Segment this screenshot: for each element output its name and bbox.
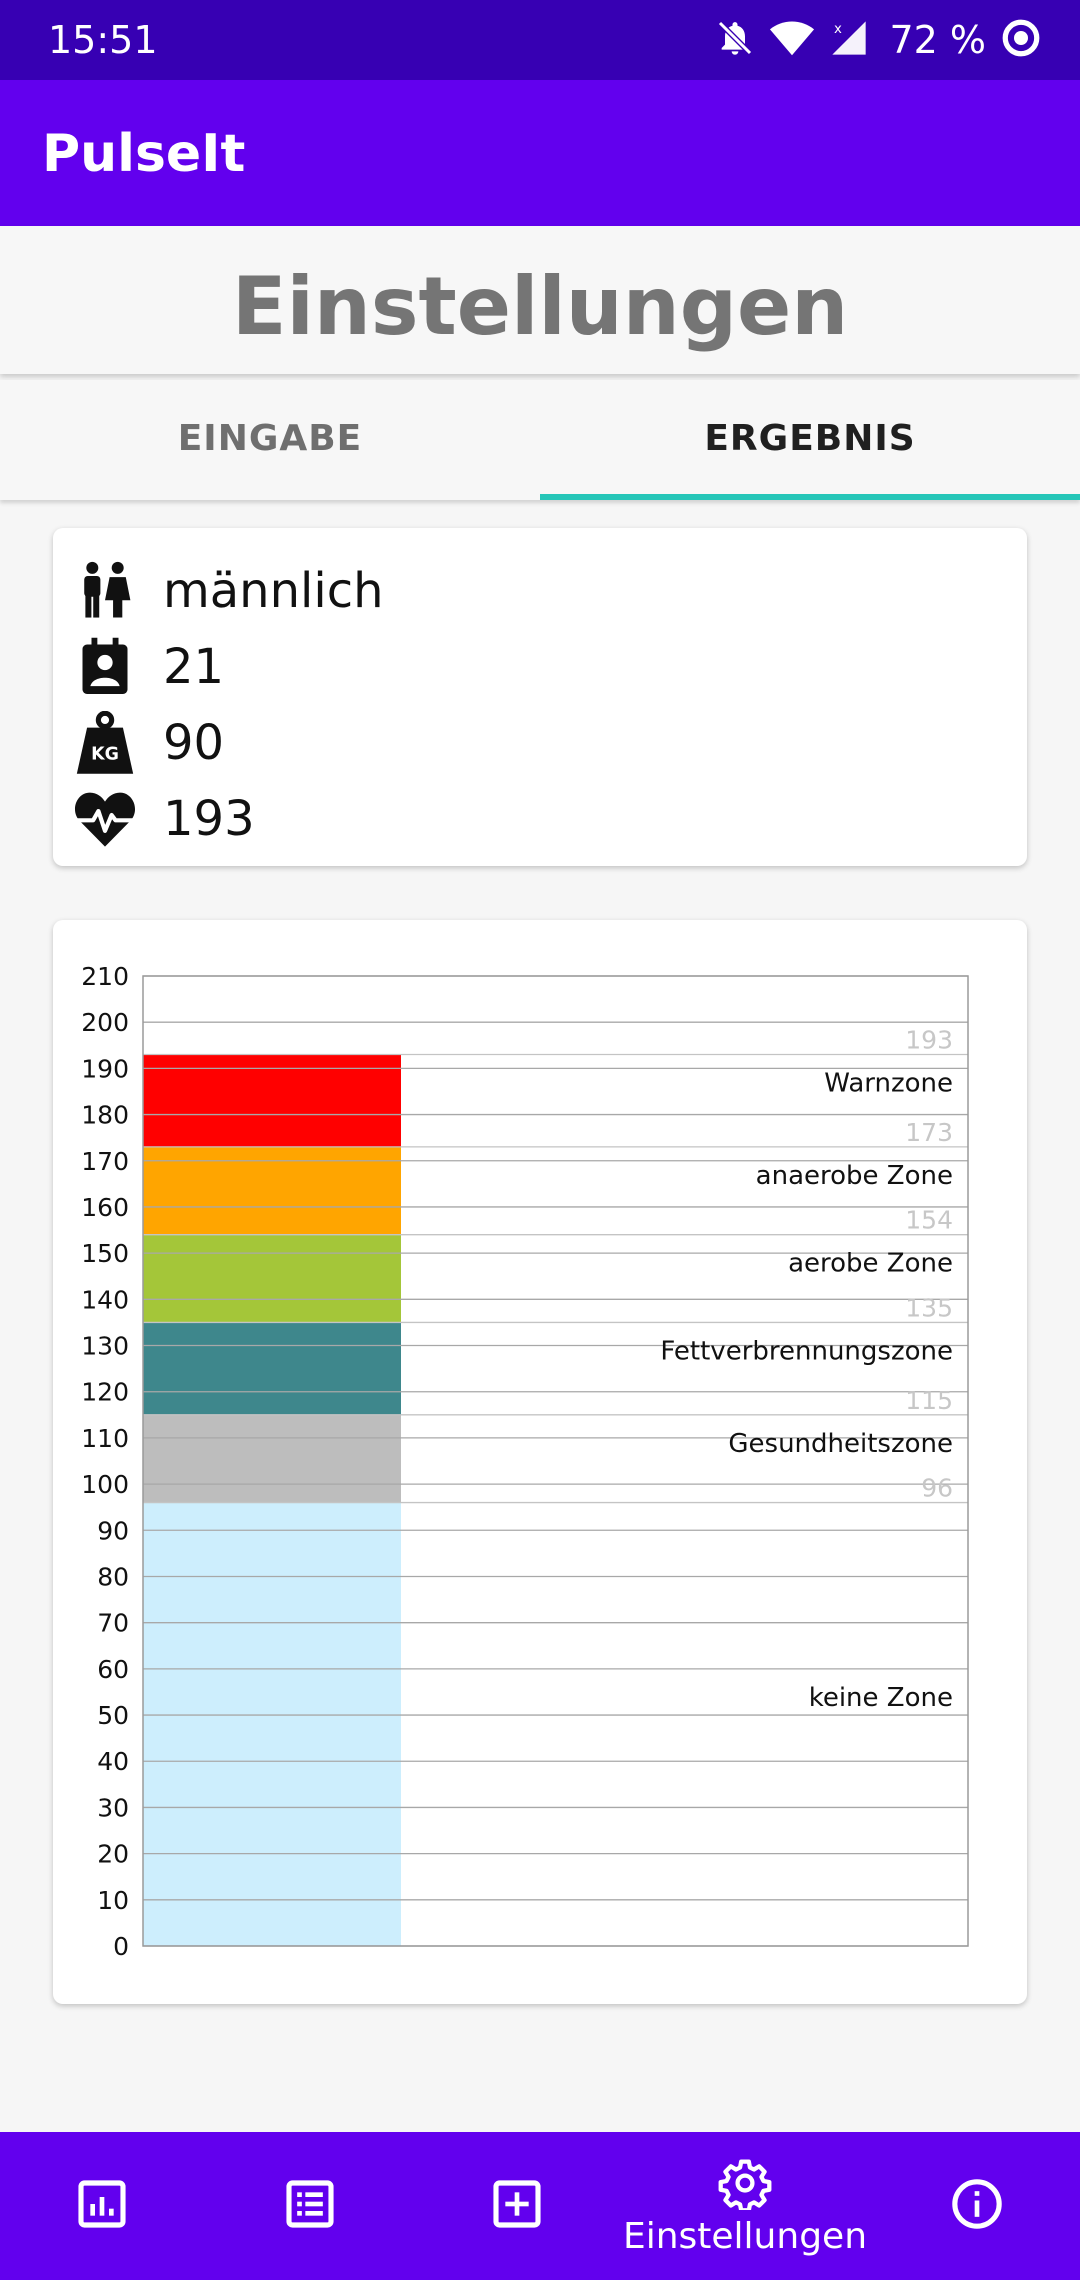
- nav-info[interactable]: [927, 2132, 1027, 2280]
- nav-settings-label: Einstellungen: [622, 2215, 868, 2257]
- add-box-icon: [489, 2176, 545, 2236]
- notifications-off-icon: [715, 18, 755, 62]
- max-hr-row: 193: [71, 782, 255, 856]
- heart-rate-zones-chart: 0 10 20 30 40 50 60 70 80 90 100 110 120 130 140 150 160…: [81, 962, 969, 1961]
- age-value: 21: [163, 639, 225, 695]
- calendar-person-icon: [71, 633, 139, 701]
- y-tick-label: 70: [97, 1609, 129, 1638]
- tab-indicator: [540, 494, 1080, 500]
- battery-saver-icon: [1000, 17, 1042, 63]
- y-tick-label: 10: [97, 1886, 129, 1915]
- y-tick-label: 180: [81, 1101, 129, 1130]
- y-tick-label: 0: [113, 1932, 129, 1961]
- y-tick-label: 100: [81, 1470, 129, 1499]
- zone-bar: [143, 1322, 401, 1415]
- zone-bar: [143, 1146, 401, 1235]
- info-icon: [949, 2176, 1005, 2236]
- y-tick-label: 140: [81, 1285, 129, 1314]
- y-tick-label: 190: [81, 1054, 129, 1083]
- zone-boundary-label: 135: [905, 1293, 953, 1322]
- weight-icon-text: KG: [91, 745, 119, 765]
- battery-percent: 72 %: [889, 18, 986, 62]
- tab-ergebnis[interactable]: ERGEBNIS: [540, 380, 1080, 500]
- settings-icon: [718, 2156, 772, 2214]
- profile-card: männlich 21 KG 90 193: [53, 528, 1027, 866]
- weight-value: 90: [163, 715, 225, 771]
- zone-boundary-label: 96: [921, 1474, 953, 1503]
- page-title: Einstellungen: [231, 260, 849, 353]
- zone-boundary-label: 154: [905, 1206, 953, 1235]
- y-tick-label: 160: [81, 1193, 129, 1222]
- zone-bar: [143, 1502, 401, 1946]
- y-tick-label: 130: [81, 1332, 129, 1361]
- y-tick-label: 110: [81, 1424, 129, 1453]
- zone-boundary-label: 115: [905, 1386, 953, 1415]
- zone-bar: [143, 1414, 401, 1503]
- zone-boundary-label: 173: [905, 1118, 953, 1147]
- gender-row: männlich: [71, 554, 384, 628]
- page-header: Einstellungen: [0, 226, 1080, 374]
- heart-rate-zones-card: 0 10 20 30 40 50 60 70 80 90 100 110 120 130 140 150 160…: [53, 920, 1027, 2004]
- zone-boundary-label: 193: [905, 1026, 953, 1055]
- heart-pulse-icon: [71, 785, 139, 853]
- y-tick-label: 30: [97, 1793, 129, 1822]
- y-tick-label: 80: [97, 1562, 129, 1591]
- app-bar: PulseIt: [0, 80, 1080, 226]
- list-icon: [282, 2176, 338, 2236]
- weight-icon: KG: [71, 709, 139, 777]
- zone-name-label: Gesundheitszone: [728, 1429, 953, 1459]
- status-icons: x 72 %: [715, 16, 1042, 64]
- y-tick-label: 50: [97, 1701, 129, 1730]
- gender-value: männlich: [163, 563, 384, 619]
- signal-icon: x: [829, 18, 869, 62]
- nav-statistics[interactable]: [52, 2132, 152, 2280]
- y-tick-label: 90: [97, 1516, 129, 1545]
- zone-bar: [143, 1234, 401, 1323]
- nav-add[interactable]: [467, 2132, 567, 2280]
- tab-bar: EINGABE ERGEBNIS: [0, 380, 1080, 500]
- wifi-icon: [769, 18, 815, 62]
- zone-name-label: Warnzone: [824, 1069, 953, 1099]
- y-tick-label: 60: [97, 1655, 129, 1684]
- zone-name-label: keine Zone: [809, 1683, 953, 1713]
- y-tick-label: 210: [81, 962, 129, 991]
- y-tick-label: 20: [97, 1840, 129, 1869]
- statistics-icon: [74, 2176, 130, 2236]
- svg-text:x: x: [834, 22, 842, 37]
- y-tick-label: 170: [81, 1147, 129, 1176]
- app-title: PulseIt: [42, 124, 246, 184]
- max-hr-value: 193: [163, 791, 255, 847]
- tab-eingabe[interactable]: EINGABE: [0, 380, 540, 500]
- y-tick-label: 200: [81, 1008, 129, 1037]
- zone-name-label: anaerobe Zone: [756, 1161, 953, 1191]
- nav-list[interactable]: [260, 2132, 360, 2280]
- gender-icon: [71, 557, 139, 625]
- y-tick-label: 40: [97, 1747, 129, 1776]
- status-time: 15:51: [48, 18, 158, 62]
- zone-name-label: Fettverbrennungszone: [660, 1336, 953, 1366]
- age-row: 21: [71, 630, 224, 704]
- nav-settings[interactable]: Einstellungen: [615, 2132, 875, 2280]
- y-tick-label: 120: [81, 1378, 129, 1407]
- status-bar: 15:51 x 72 %: [0, 0, 1080, 80]
- zone-name-label: aerobe Zone: [788, 1249, 953, 1279]
- bottom-navigation: Einstellungen: [0, 2132, 1080, 2280]
- y-tick-label: 150: [81, 1239, 129, 1268]
- weight-row: KG 90: [71, 706, 224, 780]
